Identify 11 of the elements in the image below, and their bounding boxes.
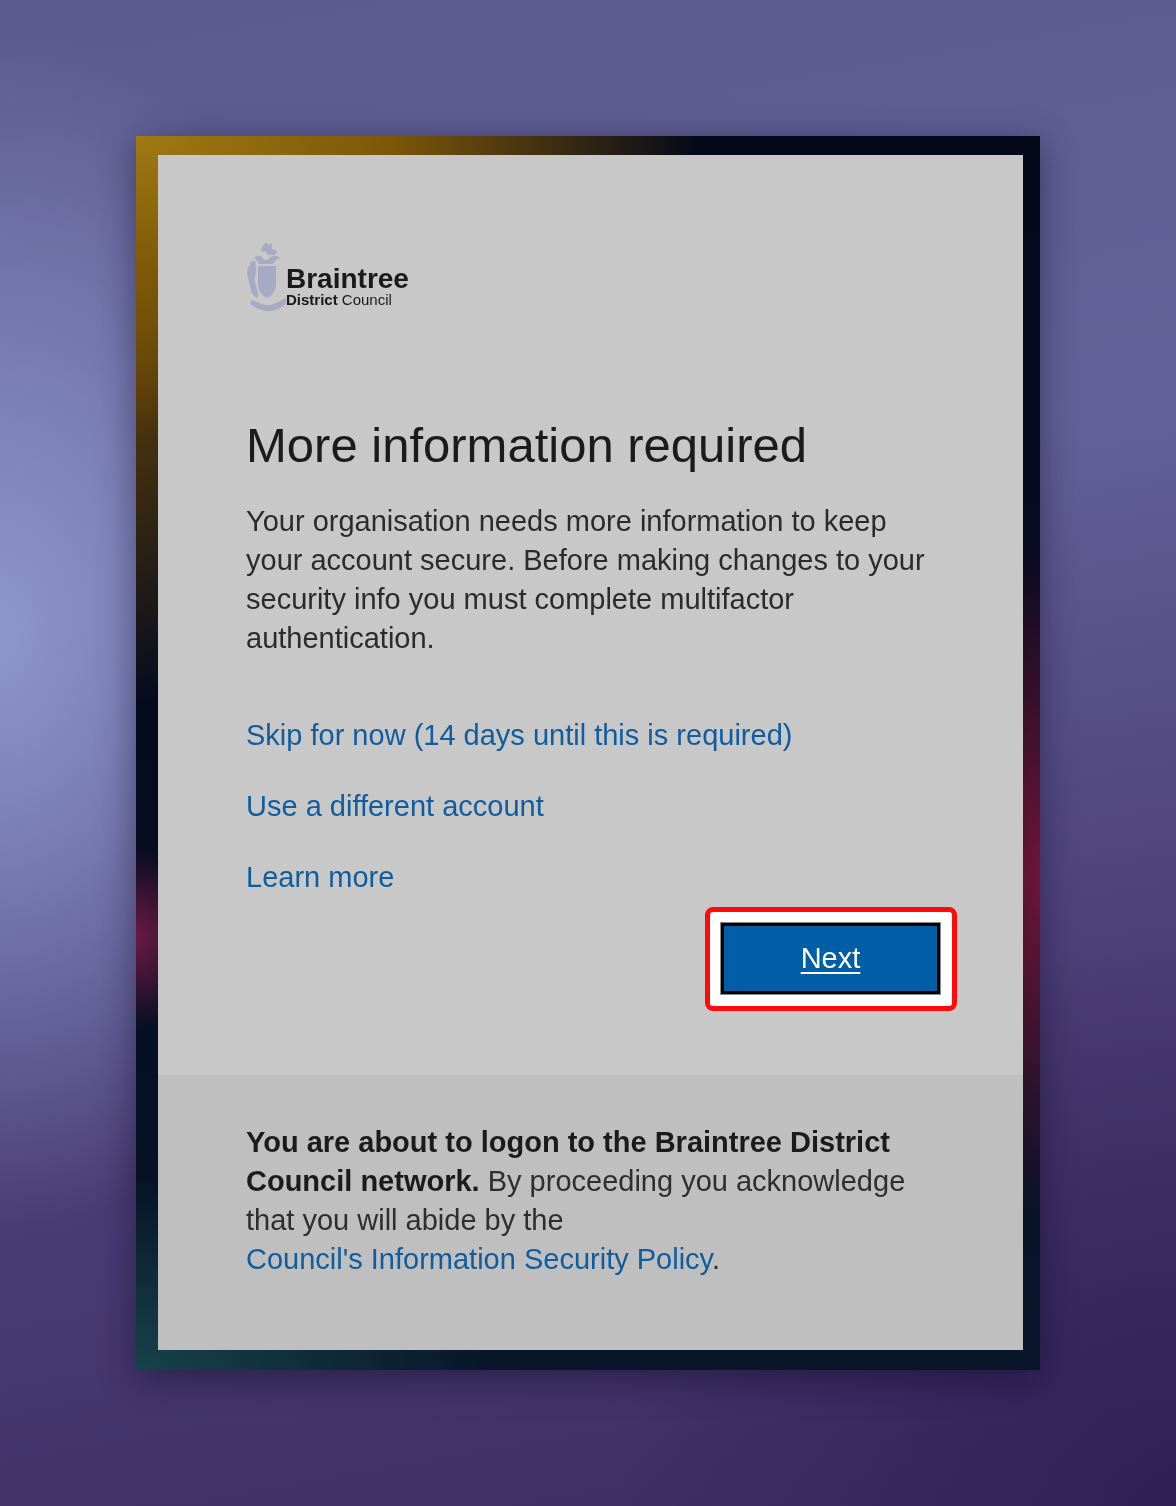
logo-title: Braintree (286, 265, 409, 292)
option-link[interactable]: Skip for now (14 days until this is required) (246, 715, 793, 755)
policy-link[interactable]: Council's Information Security Policy (246, 1243, 712, 1275)
next-button[interactable]: Next (721, 923, 940, 994)
option-link[interactable]: Learn more (246, 857, 395, 897)
description-text: Your organisation needs more information to keep your account secure. Before making changes to your security info you must complete multifactor authentication. (246, 504, 926, 656)
logon-notice: You are about to logon to the Braintree District Council network. By proceeding you acknowledge that you will abide by the Council's Information Security Policy. (246, 1125, 907, 1277)
crest-icon (246, 242, 286, 312)
page-heading: More information required (246, 419, 808, 471)
option-link[interactable]: Use a different account (246, 786, 544, 826)
logo-subtitle: District Council (286, 292, 393, 307)
